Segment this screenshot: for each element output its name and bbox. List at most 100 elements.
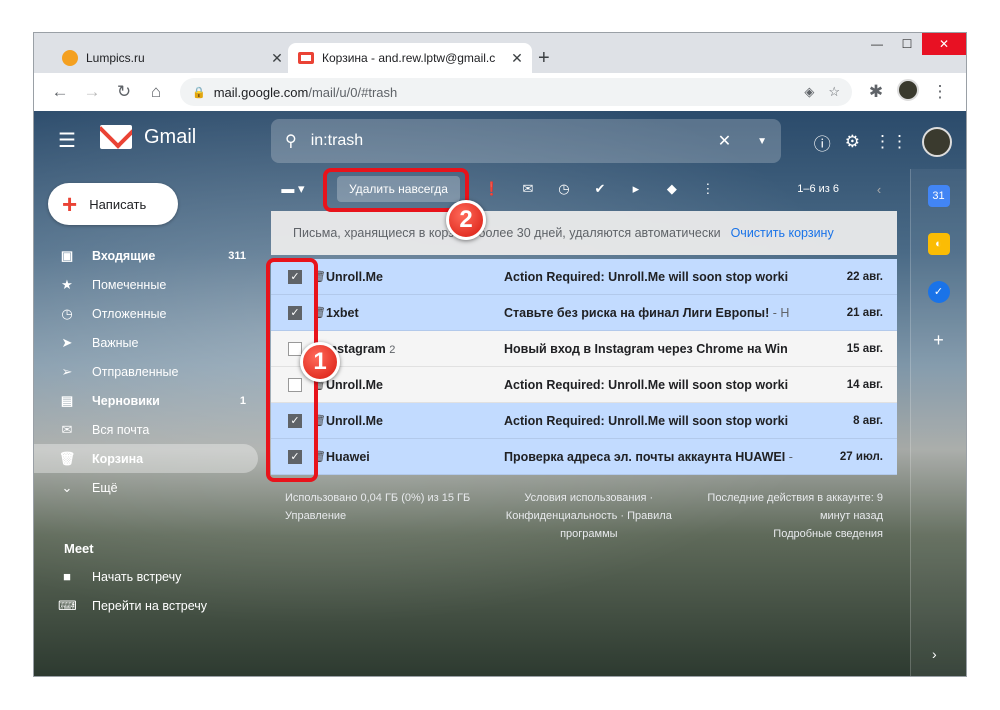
email-sender: Unroll.Me	[326, 270, 504, 284]
clear-search-icon[interactable]: ✕	[718, 131, 731, 151]
details-link[interactable]: Подробные сведения	[707, 525, 883, 543]
sidebar-item-drafts[interactable]: ▤ Черновики 1	[34, 386, 258, 415]
compose-label: Написать	[89, 196, 147, 212]
email-row[interactable]: ✓ 🗑 Unroll.Me Action Required: Unroll.Me wi…	[271, 403, 897, 439]
mark-read-icon[interactable]: ✉	[510, 181, 546, 197]
folder-list: ▣ Входящие 311 ★ Помеченные ◷ Отложенные ➤ Ва…	[34, 241, 258, 502]
tab-lumpics[interactable]: Lumpics.ru ✕	[52, 43, 292, 73]
sidebar-item-sent[interactable]: ➢ Отправленные	[34, 357, 258, 386]
empty-trash-link[interactable]: Очистить корзину	[731, 226, 834, 240]
email-subject: Ставьте без риска на финал Лиги Европы! …	[504, 306, 794, 320]
manage-storage-link[interactable]: Управление	[285, 507, 470, 525]
label-icon[interactable]: ◆	[654, 181, 690, 197]
close-icon[interactable]: ✕	[268, 50, 286, 67]
sidebar-item-label: Входящие	[92, 248, 156, 263]
window-close-icon[interactable]: ✕	[922, 33, 966, 55]
subject-text: Ставьте без риска на финал Лиги Европы!	[504, 305, 770, 320]
snippet-text: - Н	[769, 305, 790, 320]
sidebar-item-label: Вся почта	[92, 422, 150, 437]
bookmark-star-icon[interactable]: ☆	[828, 84, 840, 100]
email-row[interactable]: 🗑 Unroll.Me Action Required: Unroll.Me wil…	[271, 367, 897, 403]
gmail-favicon-icon	[298, 52, 314, 64]
reader-icon[interactable]: ◈	[804, 84, 814, 100]
label-important-icon: ➤	[61, 334, 73, 350]
meet-join-meeting[interactable]: ⌨ Перейти на встречу	[34, 591, 258, 620]
tab-gmail[interactable]: Корзина - and.rew.lptw@gmail.c ✕	[288, 43, 532, 73]
sidebar-item-label: Отложенные	[92, 306, 167, 321]
new-tab-icon[interactable]: +	[538, 47, 550, 70]
search-options-icon[interactable]: ▼	[757, 136, 767, 147]
profile-avatar[interactable]	[892, 78, 924, 106]
sidebar-item-starred[interactable]: ★ Помеченные	[34, 270, 258, 299]
sidebar-item-all-mail[interactable]: ✉ Вся почта	[34, 415, 258, 444]
terms-link[interactable]: Условия использования ·	[506, 489, 672, 507]
search-icon[interactable]: ⚲	[285, 131, 297, 151]
lumpics-favicon-icon	[62, 50, 78, 66]
sidebar-item-count: 311	[228, 249, 246, 262]
mail-icon: ✉	[61, 421, 73, 437]
meet-item-label: Перейти на встречу	[92, 598, 208, 613]
main-menu-icon[interactable]: ☰	[58, 128, 76, 153]
apps-grid-icon[interactable]: ⋮⋮	[874, 132, 908, 152]
close-icon[interactable]: ✕	[508, 50, 526, 67]
subject-text: Action Required: Unroll.Me will soon sto…	[504, 413, 789, 428]
keep-icon[interactable]: ◐	[927, 233, 950, 255]
subject-text: Action Required: Unroll.Me will soon sto…	[504, 377, 789, 392]
url-field[interactable]: 🔒 mail.google.com /mail/u/0/#trash ◈ ☆	[180, 78, 852, 106]
sidebar-item-inbox[interactable]: ▣ Входящие 311	[34, 241, 258, 270]
thread-count: 2	[389, 343, 396, 356]
sidebar-item-more[interactable]: ⌄ Ещё	[34, 473, 258, 502]
compose-plus-icon: +	[62, 188, 78, 219]
more-actions-icon[interactable]: ⋮	[690, 181, 726, 197]
sidebar-item-label: Ещё	[92, 480, 118, 495]
reload-icon[interactable]: ↻	[108, 82, 140, 102]
mail-footer: Использовано 0,04 ГБ (0%) из 15 ГБ Управ…	[271, 475, 897, 543]
sidebar-item-snoozed[interactable]: ◷ Отложенные	[34, 299, 258, 328]
add-addon-icon[interactable]: +	[928, 329, 950, 351]
snooze-icon[interactable]: ◷	[546, 181, 582, 197]
address-bar: ← → ↻ ⌂ 🔒 mail.google.com /mail/u/0/#tra…	[34, 73, 966, 111]
email-sender: Unroll.Me	[326, 378, 504, 392]
inbox-icon: ▣	[60, 247, 74, 263]
report-spam-icon[interactable]: ❗	[474, 181, 510, 197]
extensions-icon[interactable]: ✱	[860, 82, 892, 102]
email-row[interactable]: ✓ 🗑 Huawei Проверка адреса эл. почты аккаун…	[271, 439, 897, 475]
privacy-link[interactable]: Конфиденциальность · Правила	[506, 507, 672, 525]
meet-item-label: Начать встречу	[92, 569, 182, 584]
sidebar-item-important[interactable]: ➤ Важные	[34, 328, 258, 357]
email-row[interactable]: ✓ 🗑 1xbet Ставьте без риска на финал Лиги Е…	[271, 295, 897, 331]
compose-button[interactable]: + Написать	[48, 183, 178, 225]
trash-notice-text: Письма, хранящиеся в корзине более 30 дн…	[293, 226, 721, 240]
move-to-icon[interactable]: ▸	[618, 181, 654, 197]
account-avatar[interactable]	[922, 127, 952, 157]
tasks-icon[interactable]: ✓	[927, 281, 950, 303]
sidebar-item-trash[interactable]: 🗑 Корзина	[34, 444, 258, 473]
menu-dots-icon[interactable]: ⋮	[924, 82, 956, 102]
search-box[interactable]: ⚲ in:trash ✕ ▼	[271, 119, 781, 163]
home-icon[interactable]: ⌂	[140, 82, 172, 102]
calendar-icon[interactable]: 31	[927, 185, 950, 207]
search-input[interactable]: in:trash	[311, 132, 718, 150]
sender-name: Unroll.Me	[326, 377, 383, 392]
prev-page-icon[interactable]: ‹	[861, 182, 897, 197]
gmail-logo[interactable]: Gmail	[100, 125, 196, 149]
expand-panel-icon[interactable]: ›	[932, 646, 937, 662]
email-row[interactable]: ✓ 🗑 Unroll.Me Action Required: Unroll.Me wi…	[271, 259, 897, 295]
trash-notice: Письма, хранящиеся в корзине более 30 дн…	[271, 211, 897, 255]
minimize-icon[interactable]: —	[862, 33, 892, 55]
forward-icon[interactable]: →	[76, 82, 108, 102]
back-icon[interactable]: ←	[44, 82, 76, 102]
add-task-icon[interactable]: ✔	[582, 181, 618, 197]
meet-section: Meet ■ Начать встречу ⌨ Перейти на встречу	[34, 541, 258, 620]
select-all-checkbox[interactable]: ▬ ▾	[271, 181, 315, 197]
email-row[interactable]: 🗑Instagram 2Новый вход в Instagram через…	[271, 331, 897, 367]
settings-gear-icon[interactable]: ⚙	[845, 132, 860, 152]
mail-list-panel: ▬ ▾ Удалить навсегда ❗ ✉ ◷ ✔ ▸ ◆ ⋮ 1–6 и…	[271, 169, 897, 543]
email-list: ✓ 🗑 Unroll.Me Action Required: Unroll.Me wi…	[271, 259, 897, 475]
policy-link[interactable]: программы	[506, 525, 672, 543]
footer-links: Условия использования · Конфиденциальнос…	[506, 489, 672, 543]
help-icon[interactable]: ⓘ	[814, 130, 831, 155]
meet-start-meeting[interactable]: ■ Начать встречу	[34, 562, 258, 591]
maximize-icon[interactable]: ☐	[892, 33, 922, 55]
side-panel: 31 ◐ ✓ + ›	[910, 169, 966, 676]
